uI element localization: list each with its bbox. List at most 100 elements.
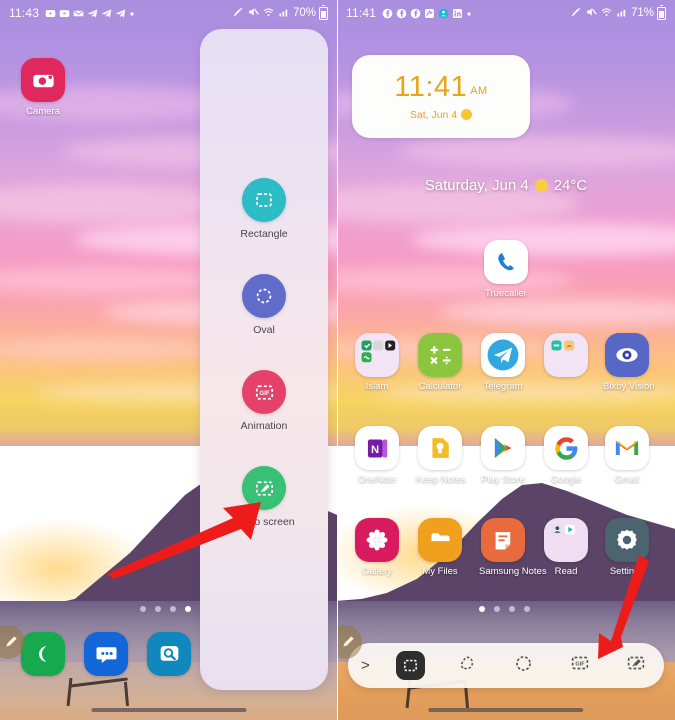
app-telegram[interactable]: Telegram [479,333,527,392]
app-label: My Files [422,566,458,577]
phone-icon [21,632,65,676]
pin-to-screen-icon [625,652,647,679]
folder-unnamed[interactable] [542,333,590,381]
my-files-icon [418,518,462,562]
home-temperature: 24°C [553,177,588,194]
mute-icon [247,6,259,21]
panel-item-label: Animation [240,420,288,432]
folder-islam[interactable]: Islam [353,333,401,392]
date-weather-row[interactable]: Saturday, Jun 4 24°C [337,177,675,194]
app-label: Bixby Vision [603,381,655,392]
pin-to-screen-icon [242,466,286,510]
oval-select-icon [242,274,286,318]
camera-app[interactable]: Camera [19,58,67,117]
dock-messages-app[interactable] [82,632,130,676]
navigation-bar-handle[interactable] [90,708,247,712]
panel-item-rectangle[interactable]: Rectangle [200,178,328,240]
panel-item-pin-to-screen[interactable]: Pin to screen [200,466,328,528]
smart-select-toolbar: > GIF [348,643,664,688]
toolbar-rectangle-select-tool[interactable] [383,643,439,688]
linkedin-icon [452,8,463,19]
clock-widget[interactable]: 11:41 AM Sat, Jun 4 [352,55,530,138]
telegram-icon [101,8,112,19]
dnd-slash-icon [232,6,244,21]
panel-item-animation[interactable]: GIF Animation [200,370,328,432]
gallery-icon [355,518,399,562]
app-label: Calculator [418,381,462,392]
app-play-store[interactable]: Play Store [479,426,527,485]
app-label: OneNote [357,474,397,485]
toolbar-pin-to-screen-tool[interactable] [608,643,664,688]
app-label: Google [550,474,582,485]
page-dot[interactable] [155,606,161,612]
navigation-bar-handle[interactable] [428,708,584,712]
telegram-icon [87,8,98,19]
facebook-icon [382,8,393,19]
app-settings[interactable]: Settings [603,518,651,577]
panel-item-oval[interactable]: Oval [200,274,328,336]
app-samsung-notes[interactable]: Samsung Notes [479,518,547,577]
app-label: Islam [365,381,389,392]
app-label: Keep Notes [416,474,466,485]
right-phone-screen: 11:41 71% 11:41 AM Sat, Jun 4 Saturday, … [337,0,675,720]
rectangle-select-icon [242,178,286,222]
status-bar-left: 11:43 70% [0,0,337,26]
telegram-icon [115,8,126,19]
battery-percent: 71% [630,7,654,19]
toolbar-oval-select-tool[interactable] [495,643,551,688]
app-calculator[interactable]: Calculator [416,333,464,392]
internet-search-icon [147,632,191,676]
page-dot[interactable] [140,606,146,612]
screenshot-stage: 11:43 70% Camera Rectangle Oval GIF Anim… [0,0,675,720]
app-google[interactable]: Google [542,426,590,485]
app-keep-notes[interactable]: Keep Notes [416,426,466,485]
app-gmail[interactable]: Gmail [603,426,651,485]
video-icon [45,8,56,19]
sun-icon [534,179,548,192]
app-my-files[interactable]: My Files [416,518,464,577]
wifi-icon [262,6,275,21]
app-truecaller[interactable]: Truecaller [482,240,530,299]
dot-icon [466,8,472,19]
page-dot[interactable] [524,606,530,612]
telegram-icon [481,333,525,377]
page-dot-active[interactable] [479,606,485,612]
chevron-right-icon: > [361,657,370,674]
app-label: Gallery [361,566,393,577]
dock-internet-app[interactable] [145,632,193,676]
notification-icons [382,8,472,19]
messages-icon [84,632,128,676]
app-onenote[interactable]: N OneNote [353,426,401,485]
facebook-icon [410,8,421,19]
video-icon [59,8,70,19]
svg-text:N: N [370,444,378,456]
gmail-icon [605,426,649,470]
page-dot[interactable] [509,606,515,612]
widget-ampm: AM [470,84,488,97]
app-gallery[interactable]: Gallery [353,518,401,577]
page-dot-active[interactable] [185,606,191,612]
dock-phone-app[interactable] [19,632,67,676]
toolbar-freeform-select-tool[interactable] [439,643,495,688]
app-bixby-vision[interactable]: Bixby Vision [603,333,655,392]
page-dot[interactable] [494,606,500,612]
left-phone-screen: 11:43 70% Camera Rectangle Oval GIF Anim… [0,0,337,720]
page-dot[interactable] [170,606,176,612]
status-right-icons: 70% [232,4,328,21]
teams-icon [438,8,449,19]
signal-icon [278,6,290,21]
samsung-notes-icon [481,518,525,562]
toolbar-gif-animation-tool[interactable]: GIF [552,643,608,688]
battery-icon [657,4,666,20]
facebook-icon [396,8,407,19]
oval-select-icon [513,653,534,679]
panel-item-label: Pin to screen [233,516,295,528]
folder-read[interactable]: Read [542,518,590,577]
battery-percent: 70% [292,7,316,19]
google-icon [544,426,588,470]
bixby-vision-icon [605,333,649,377]
air-command-panel: Rectangle Oval GIF Animation Pin to scre… [200,29,328,690]
app-label: Settings [609,566,645,577]
status-time: 11:43 [9,6,40,20]
dnd-slash-icon [570,6,582,21]
